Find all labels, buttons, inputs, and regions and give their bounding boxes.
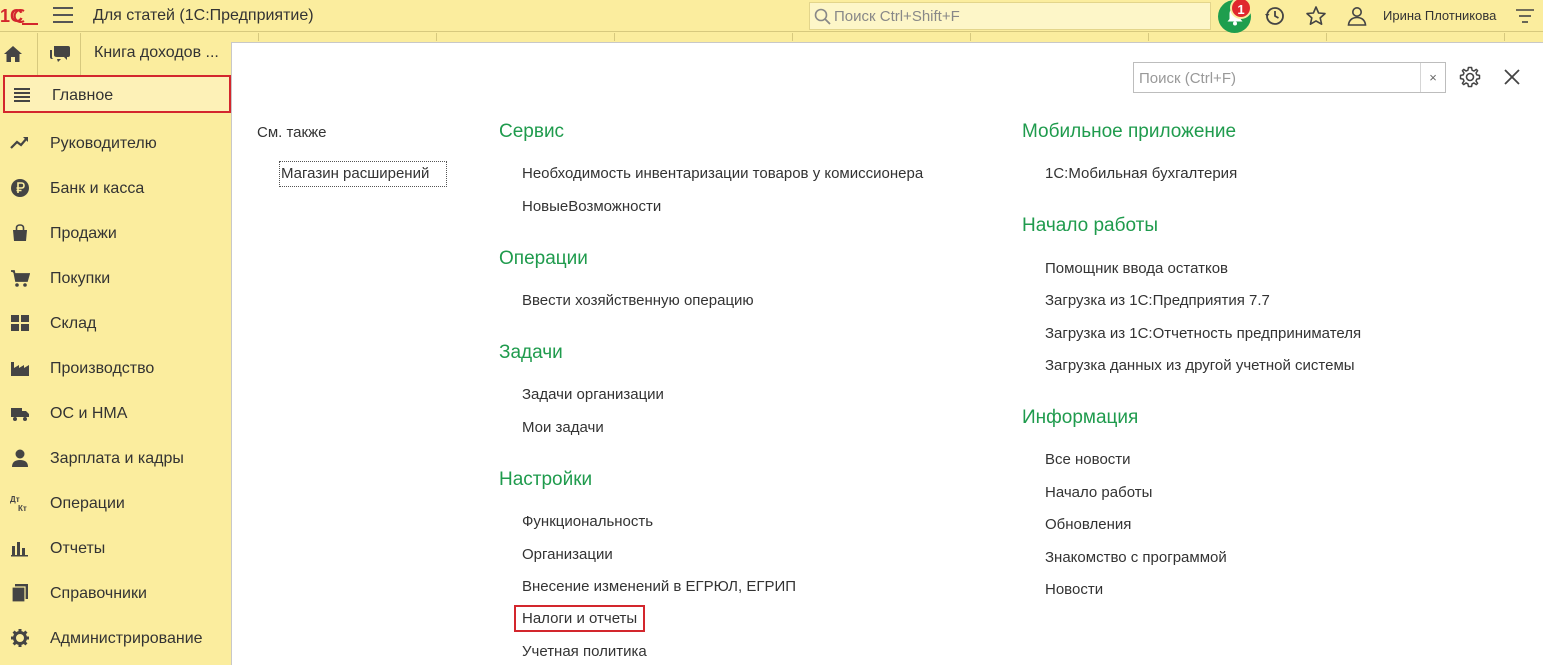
settings-menu-icon[interactable]: [1515, 7, 1535, 25]
tab-income-book[interactable]: Книга доходов ...: [82, 33, 232, 75]
sidebar-item-salary[interactable]: Зарплата и кадры: [0, 438, 231, 478]
bag-icon: [13, 224, 27, 241]
link-enter-operation[interactable]: Ввести хозяйственную операцию: [522, 292, 754, 309]
sidebar-item-operations[interactable]: Дт Кт Операции: [0, 483, 231, 523]
dt-kt-icon: ДтКт: [10, 495, 27, 513]
section-title-settings: Настройки: [499, 469, 593, 490]
1c-logo-icon: 1С: [0, 6, 38, 26]
panel-settings-gear-icon[interactable]: [1458, 65, 1482, 89]
main-menu-icon[interactable]: [53, 7, 73, 25]
link-import-other-system[interactable]: Загрузка данных из другой учетной систем…: [1045, 357, 1355, 374]
global-search-input[interactable]: [834, 6, 1204, 26]
sidebar-item-manager[interactable]: Руководителю: [0, 123, 231, 163]
link-import-1c-reporting[interactable]: Загрузка из 1С:Отчетность предпринимател…: [1045, 325, 1361, 342]
person-icon: [12, 449, 28, 467]
sidebar-item-label: Покупки: [50, 270, 111, 287]
link-egrul-changes[interactable]: Внесение изменений в ЕГРЮЛ, ЕГРИП: [522, 578, 796, 595]
link-start-work[interactable]: Начало работы: [1045, 484, 1152, 501]
sidebar-item-label: Администрирование: [50, 630, 203, 647]
books-icon: [11, 584, 28, 603]
link-opening-balances[interactable]: Помощник ввода остатков: [1045, 260, 1228, 277]
sidebar-item-label: Операции: [50, 495, 125, 512]
close-icon[interactable]: [1502, 67, 1522, 87]
section-title-tasks: Задачи: [499, 342, 563, 363]
sidebar-item-reports[interactable]: Отчеты: [0, 528, 231, 568]
link-organizations[interactable]: Организации: [522, 546, 613, 563]
sidebar-item-sales[interactable]: Продажи: [0, 213, 231, 253]
discussions-button[interactable]: [37, 33, 81, 75]
favorites-star-icon[interactable]: [1305, 5, 1327, 27]
section-title-getting-started: Начало работы: [1022, 215, 1159, 236]
sidebar-item-warehouse[interactable]: Склад: [0, 303, 231, 343]
section-title-service: Сервис: [499, 121, 565, 142]
sidebar-item-label: Руководителю: [50, 135, 157, 152]
section-panel: × См. также Магазин расширений Сервис Не…: [231, 42, 1543, 665]
section-title-mobile-app: Мобильное приложение: [1022, 121, 1237, 142]
factory-icon: [11, 362, 29, 376]
link-taxes-and-reports[interactable]: Налоги и отчеты: [513, 605, 646, 632]
link-all-news[interactable]: Все новости: [1045, 451, 1131, 468]
sidebar-item-label: Справочники: [50, 585, 147, 602]
link-org-tasks[interactable]: Задачи организации: [522, 386, 664, 403]
app-title: Для статей (1С:Предприятие): [93, 7, 314, 24]
section-title-information: Информация: [1022, 407, 1139, 428]
sidebar-item-fixed-assets[interactable]: ОС и НМА: [0, 393, 231, 433]
sidebar-item-administration[interactable]: Администрирование: [0, 618, 231, 658]
extensions-store-link[interactable]: Магазин расширений: [279, 161, 447, 187]
sidebar-item-label: Отчеты: [50, 540, 106, 557]
warehouse-icon: [11, 315, 29, 331]
gear-icon: [11, 629, 29, 647]
search-icon: [814, 8, 831, 25]
sidebar-item-label: Продажи: [50, 225, 117, 242]
sidebar-item-production[interactable]: Производство: [0, 348, 231, 388]
trend-icon: [10, 137, 28, 149]
ruble-coin-icon: [11, 179, 29, 197]
see-also-heading: См. также: [257, 124, 327, 141]
link-news[interactable]: Новости: [1045, 581, 1103, 598]
truck-icon: [11, 408, 29, 421]
link-my-tasks[interactable]: Мои задачи: [522, 419, 604, 436]
section-title-operations: Операции: [499, 248, 588, 269]
global-search[interactable]: [809, 2, 1211, 30]
link-new-features[interactable]: НовыеВозможности: [522, 198, 661, 215]
sidebar-item-label: Производство: [50, 360, 155, 377]
svg-text:Кт: Кт: [18, 504, 27, 513]
user-name[interactable]: Ирина Плотникова: [1383, 8, 1496, 23]
link-accounting-policy[interactable]: Учетная политика: [522, 643, 647, 660]
link-program-intro[interactable]: Знакомство с программой: [1045, 549, 1227, 566]
chat-bubbles-icon: [50, 46, 70, 62]
cart-icon: [11, 270, 30, 287]
user-icon[interactable]: [1346, 5, 1368, 27]
link-functionality[interactable]: Функциональность: [522, 513, 653, 530]
link-import-1c77[interactable]: Загрузка из 1С:Предприятия 7.7: [1045, 292, 1270, 309]
link-consignee-inventory[interactable]: Необходимость инвентаризации товаров у к…: [522, 165, 923, 182]
history-icon[interactable]: [1264, 5, 1286, 27]
svg-text:1С: 1С: [0, 6, 23, 26]
home-button[interactable]: [0, 33, 36, 75]
link-updates[interactable]: Обновления: [1045, 516, 1131, 533]
sidebar-item-label: Главное: [52, 87, 114, 104]
sidebar-item-label: ОС и НМА: [50, 405, 128, 422]
panel-search[interactable]: ×: [1133, 62, 1446, 93]
sidebar-item-label: Банк и касса: [50, 180, 145, 197]
sidebar-item-purchases[interactable]: Покупки: [0, 258, 231, 298]
home-icon: [4, 46, 22, 62]
clear-search-button[interactable]: ×: [1420, 63, 1445, 92]
sidebar-item-main[interactable]: Главное: [3, 75, 231, 113]
sidebar-item-directories[interactable]: Справочники: [0, 573, 231, 613]
sidebar-item-bank[interactable]: Банк и касса: [0, 168, 231, 208]
bar-chart-icon: [11, 542, 28, 557]
menu-list-icon: [14, 88, 30, 102]
svg-text:Дт: Дт: [10, 495, 20, 504]
sidebar-item-label: Склад: [50, 315, 97, 332]
sections-sidebar: Главное Руководителю Банк и касса Продаж…: [0, 75, 231, 665]
link-mobile-accounting[interactable]: 1С:Мобильная бухгалтерия: [1045, 165, 1237, 182]
top-bar: 1С Для статей (1С:Предприятие) 1 Ирина П…: [0, 0, 1543, 33]
sidebar-item-label: Зарплата и кадры: [50, 450, 184, 467]
panel-search-input[interactable]: [1139, 68, 1419, 88]
